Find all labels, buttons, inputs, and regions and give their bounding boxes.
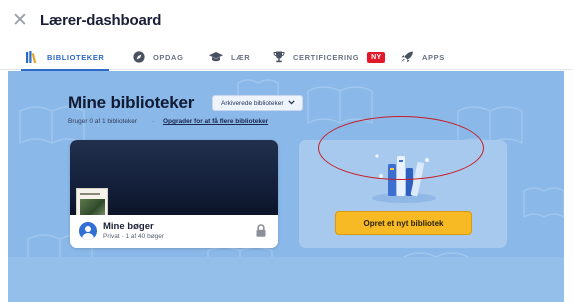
library-card-footer: Mine bøger Privat · 1 af 40 bøger <box>70 215 278 248</box>
books-illustration-icon <box>369 148 439 209</box>
rocket-icon <box>400 51 414 63</box>
tab-biblioteker[interactable]: BIBLIOTEKER <box>20 44 110 71</box>
new-badge: NY <box>367 51 386 63</box>
app-title: Lærer-dashboard <box>40 12 162 29</box>
archived-libraries-dropdown[interactable]: Arkiverede biblioteker <box>212 95 303 111</box>
tab-label: CERTIFICERING <box>293 52 360 62</box>
library-name: Mine bøger <box>103 221 154 232</box>
close-icon[interactable]: ✕ <box>12 11 28 30</box>
library-card[interactable]: Mine bøger Privat · 1 af 40 bøger <box>70 140 278 248</box>
tab-label: BIBLIOTEKER <box>47 52 105 62</box>
separator-dot: · <box>152 118 155 125</box>
bottom-band <box>8 257 564 302</box>
tab-label: OPDAG <box>153 52 184 62</box>
top-bar: ✕ Lærer-dashboard <box>0 0 573 44</box>
upgrade-link[interactable]: Opgrader for at få flere biblioteker <box>163 118 268 125</box>
graduation-cap-icon <box>209 51 223 63</box>
nav-tabs: BIBLIOTEKER OPDAG LÆR CERTIFICERING NY A… <box>0 44 573 71</box>
tab-label: APPS <box>422 52 445 62</box>
lock-icon <box>256 224 266 242</box>
tab-opdag[interactable]: OPDAG <box>133 44 184 70</box>
tab-laer[interactable]: LÆR <box>209 44 250 70</box>
archive-button-label: Arkiverede biblioteker <box>221 99 284 107</box>
user-avatar-icon <box>79 222 97 240</box>
compass-icon <box>133 51 145 63</box>
create-library-button[interactable]: Opret et nyt bibliotek <box>335 211 472 235</box>
library-meta: Privat · 1 af 40 bøger <box>103 233 165 240</box>
page-title: Mine biblioteker <box>68 93 195 112</box>
create-library-panel: Opret et nyt bibliotek <box>299 140 507 248</box>
library-icon <box>26 51 39 63</box>
chevron-down-icon <box>287 99 295 107</box>
tab-certificering[interactable]: CERTIFICERING NY <box>273 44 386 70</box>
tab-label: LÆR <box>231 52 251 62</box>
usage-text: Bruger 0 af 1 biblioteker <box>68 118 138 125</box>
tab-apps[interactable]: APPS <box>400 44 445 70</box>
libraries-panel: Mine biblioteker Arkiverede biblioteker … <box>8 71 564 302</box>
book-thumbnail <box>76 188 108 218</box>
trophy-icon <box>273 51 285 63</box>
